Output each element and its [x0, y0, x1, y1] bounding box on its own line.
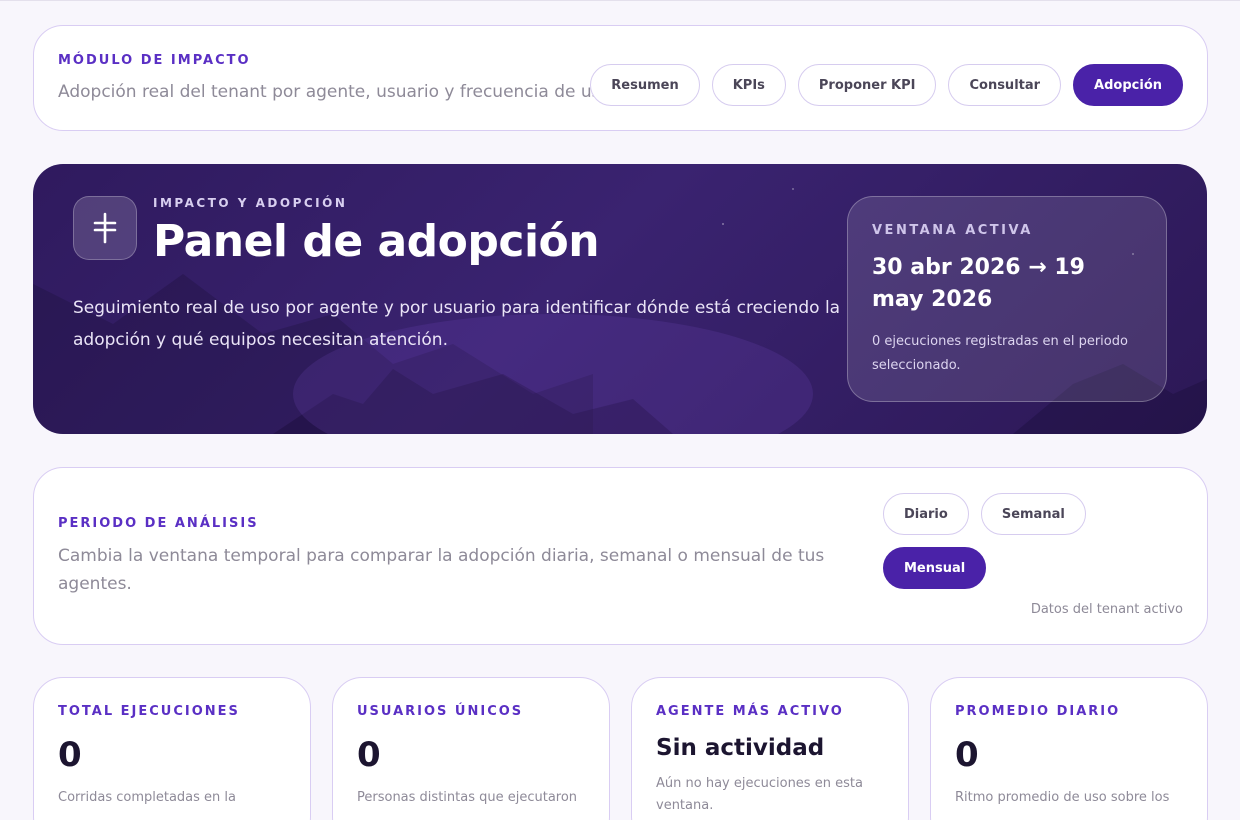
stat-card-top-agent: AGENTE MÁS ACTIVO Sin actividad Aún no h… [631, 677, 909, 820]
stat-value: 0 [955, 735, 979, 775]
stat-description: Corridas completadas en la [58, 790, 236, 805]
hero-banner: IMPACTO Y ADOPCIÓN Panel de adopción Seg… [33, 164, 1207, 434]
stat-value: Sin actividad [656, 735, 825, 761]
active-window-label: VENTANA ACTIVA [872, 223, 1033, 238]
tenant-data-note: Datos del tenant activo [1030, 602, 1183, 617]
page-title: Panel de adopción [153, 216, 600, 267]
top-divider [0, 0, 1240, 1]
stat-label: PROMEDIO DIARIO [955, 704, 1121, 719]
stat-description: Aún no hay ejecuciones en esta ventana. [656, 776, 863, 813]
tab-adopcion[interactable]: Adopción [1073, 64, 1183, 106]
stat-label: AGENTE MÁS ACTIVO [656, 704, 844, 719]
period-eyebrow: PERIODO DE ANÁLISIS [58, 516, 259, 531]
tab-resumen[interactable]: Resumen [590, 64, 700, 106]
stat-label: TOTAL EJECUCIONES [58, 704, 240, 719]
stat-description: Personas distintas que ejecutaron [357, 790, 578, 805]
active-window-note: 0 ejecuciones registradas en el periodo … [872, 334, 1128, 373]
module-tabs: Resumen KPIs Proponer KPI Consultar Adop… [590, 64, 1183, 106]
stat-value: 0 [357, 735, 381, 775]
stat-card-unique-users: USUARIOS ÚNICOS 0 Personas distintas que… [332, 677, 610, 820]
analysis-period-panel: PERIODO DE ANÁLISIS Cambia la ventana te… [33, 467, 1208, 645]
stat-card-daily-average: PROMEDIO DIARIO 0 Ritmo promedio de uso … [930, 677, 1208, 820]
hero-description: Seguimiento real de uso por agente y por… [73, 298, 841, 350]
stat-description: Ritmo promedio de uso sobre los [955, 790, 1170, 805]
tab-consultar[interactable]: Consultar [948, 64, 1062, 106]
module-eyebrow: MÓDULO DE IMPACTO [58, 53, 251, 68]
tab-kpis[interactable]: KPIs [711, 64, 786, 106]
period-options: Diario Semanal [883, 493, 1086, 535]
active-window-card: VENTANA ACTIVA 30 abr 2026 → 19 may 2026… [847, 196, 1167, 402]
hero-eyebrow: IMPACTO Y ADOPCIÓN [153, 196, 348, 210]
period-diario-button[interactable]: Diario [883, 493, 969, 535]
adoption-dial-icon [73, 196, 137, 260]
stat-value: 0 [58, 735, 82, 775]
stat-card-total-executions: TOTAL EJECUCIONES 0 Corridas completadas… [33, 677, 311, 820]
module-header: MÓDULO DE IMPACTO Adopción real del tena… [33, 25, 1208, 131]
module-subtitle: Adopción real del tenant por agente, usu… [58, 82, 616, 102]
period-options-row-2: Mensual [883, 547, 987, 589]
period-mensual-button[interactable]: Mensual [883, 547, 987, 589]
period-semanal-button[interactable]: Semanal [980, 493, 1086, 535]
period-subtitle: Cambia la ventana temporal para comparar… [58, 546, 825, 594]
active-window-range: 30 abr 2026 → 19 may 2026 [872, 255, 1085, 312]
tab-proponer-kpi[interactable]: Proponer KPI [797, 64, 937, 106]
stat-label: USUARIOS ÚNICOS [357, 704, 524, 719]
